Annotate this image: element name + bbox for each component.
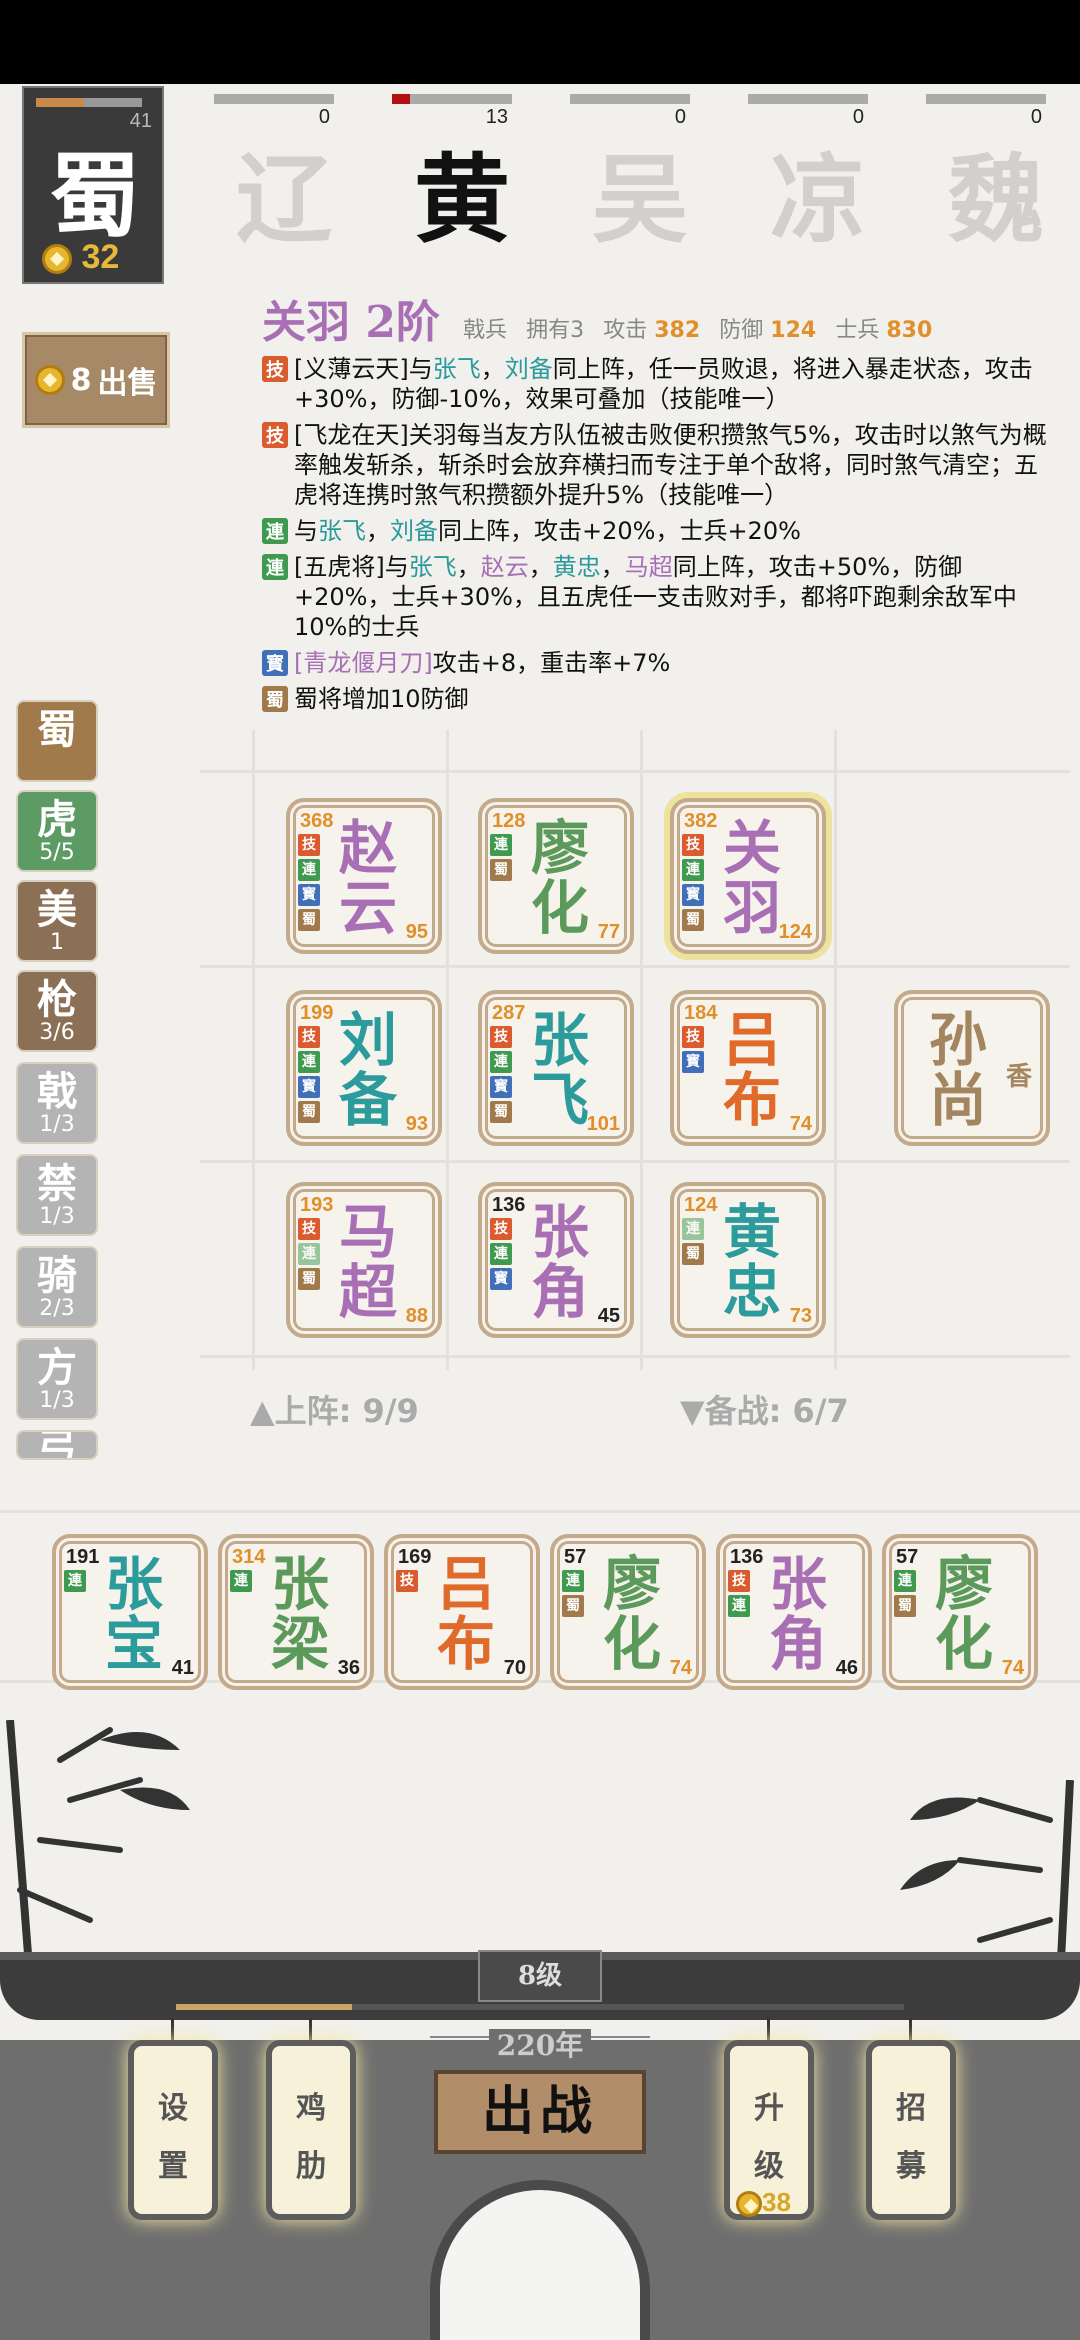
link-line: 連 与张飞，刘备同上阵，攻击+20%，士兵+20% xyxy=(262,516,1052,546)
bamboo-decoration-right xyxy=(900,1780,1074,1980)
hero-card-selected[interactable]: 382 技連寳蜀 关羽 124 xyxy=(670,798,826,954)
level-badge: 8级 xyxy=(478,1950,602,2002)
hero-attack: 攻击 382 xyxy=(603,318,701,343)
rival-faction[interactable]: 0 吴 xyxy=(570,94,690,256)
deploy-count: ▲上阵: 9/9 xyxy=(250,1392,419,1430)
hero-card[interactable]: 128 連蜀 廖化 77 xyxy=(478,798,634,954)
rival-faction[interactable]: 13 黄 xyxy=(392,94,512,256)
upgrade-cost: 38 xyxy=(736,2187,791,2218)
faction-name: 蜀 xyxy=(48,142,141,250)
rival-name: 黄 xyxy=(414,143,510,256)
chicken-rib-button[interactable]: 鸡肋 xyxy=(266,2040,356,2220)
bench-card[interactable]: 136 技連 张角 46 xyxy=(716,1534,872,1690)
filter-tab[interactable]: 枪 3/6 xyxy=(16,970,98,1052)
skill-line: 技 [义薄云天]与张飞，刘备同上阵，任一员败退，将进入暴走状态，攻击+30%，防… xyxy=(262,354,1052,414)
hero-header: 关羽 2阶 戟兵 拥有3 攻击 382 防御 124 士兵 830 xyxy=(262,286,1052,350)
rival-faction[interactable]: 0 凉 xyxy=(748,94,868,256)
rival-name: 吴 xyxy=(592,143,688,256)
hero-card[interactable]: 287 技連寳蜀 张飞 101 xyxy=(478,990,634,1146)
status-bar xyxy=(0,0,1080,84)
hero-card[interactable]: 孙尚 香 xyxy=(894,990,1050,1146)
hero-card[interactable]: 124 連蜀 黄忠 73 xyxy=(670,1182,826,1338)
faction-tag: 蜀 xyxy=(262,686,288,712)
hero-type: 戟兵 xyxy=(463,318,508,343)
filter-tab[interactable]: 蜀 xyxy=(16,700,98,782)
recruit-button[interactable]: 招募 xyxy=(866,2040,956,2220)
filter-tab[interactable]: 美1 xyxy=(16,880,98,962)
hero-card[interactable]: 368 技連寳蜀 赵云 95 xyxy=(286,798,442,954)
bench-card[interactable]: 191 連 张宝 41 xyxy=(52,1534,208,1690)
skill-tag: 技 xyxy=(262,356,288,382)
year-label: 220年 xyxy=(470,2024,610,2064)
hero-title: 关羽 2阶 xyxy=(262,297,440,348)
battle-button[interactable]: 出战 xyxy=(434,2070,646,2154)
hero-card[interactable]: 193 技連蜀 马超 88 xyxy=(286,1182,442,1338)
filter-tab[interactable]: 戟 1/3 xyxy=(16,1062,98,1144)
filter-tab[interactable]: 禁 1/3 xyxy=(16,1154,98,1236)
reserve-count: ▼备战: 6/7 xyxy=(680,1392,849,1430)
bench-card[interactable]: 57 連蜀 廖化 74 xyxy=(550,1534,706,1690)
filter-tab[interactable]: 骑 2/3 xyxy=(16,1246,98,1328)
link-tag: 連 xyxy=(262,518,288,544)
hero-card[interactable]: 199 技連寳蜀 刘备 93 xyxy=(286,990,442,1146)
hero-defense: 防御 124 xyxy=(719,318,817,343)
bamboo-decoration-left xyxy=(6,1720,190,1980)
skill-tag: 技 xyxy=(262,422,288,448)
faction-progress xyxy=(36,98,142,107)
hero-card[interactable]: 184 技寳 吕布 74 xyxy=(670,990,826,1146)
hero-card[interactable]: 136 技連寳 张角 45 xyxy=(478,1182,634,1338)
coin-icon xyxy=(42,244,72,275)
sell-price: 8 xyxy=(70,362,92,398)
gold-amount: 32 xyxy=(81,238,120,276)
bench-card[interactable]: 57 連蜀 廖化 74 xyxy=(882,1534,1038,1690)
hero-info-panel: 关羽 2阶 戟兵 拥有3 攻击 382 防御 124 士兵 830 技 [义薄云… xyxy=(262,286,1052,714)
xp-fill xyxy=(176,2004,352,2010)
rival-name: 辽 xyxy=(236,143,332,256)
coin-icon xyxy=(736,2191,762,2218)
link-tag: 連 xyxy=(262,554,288,580)
coin-icon xyxy=(34,365,65,395)
rival-faction[interactable]: 0 魏 xyxy=(926,94,1046,256)
rival-name: 魏 xyxy=(948,143,1044,256)
filter-tab[interactable]: 方 1/3 xyxy=(16,1338,98,1420)
faction-panel[interactable]: 41 蜀 32 xyxy=(22,86,164,284)
bench-card[interactable]: 314 連 张梁 36 xyxy=(218,1534,374,1690)
filter-tab[interactable]: 虎 5/5 xyxy=(16,790,98,872)
treasure-tag: 寳 xyxy=(262,650,288,676)
filter-tab[interactable]: 弓 xyxy=(16,1430,98,1460)
sell-button[interactable]: 8 出售 xyxy=(22,332,170,428)
link-line: 連 [五虎将]与张飞，赵云，黄忠，马超同上阵，攻击+50%，防御+20%，士兵+… xyxy=(262,552,1052,642)
settings-button[interactable]: 设置 xyxy=(128,2040,218,2220)
rival-faction[interactable]: 0 辽 xyxy=(214,94,334,256)
hero-owned: 拥有3 xyxy=(526,318,585,343)
gold-display: 32 xyxy=(42,238,119,277)
rival-name: 凉 xyxy=(770,143,866,256)
skill-line: 技 [飞龙在天]关羽每当友方队伍被击败便积攒煞气5%，攻击时以煞气为概率触发斩杀… xyxy=(262,420,1052,510)
faction-line: 蜀 蜀将增加10防御 xyxy=(262,684,1052,714)
sell-label: 出售 xyxy=(97,366,158,401)
treasure-line: 寳 [青龙偃月刀]攻击+8，重击率+7% xyxy=(262,648,1052,678)
bench-card[interactable]: 169 技 吕布 70 xyxy=(384,1534,540,1690)
hero-troops: 士兵 830 xyxy=(835,318,933,343)
